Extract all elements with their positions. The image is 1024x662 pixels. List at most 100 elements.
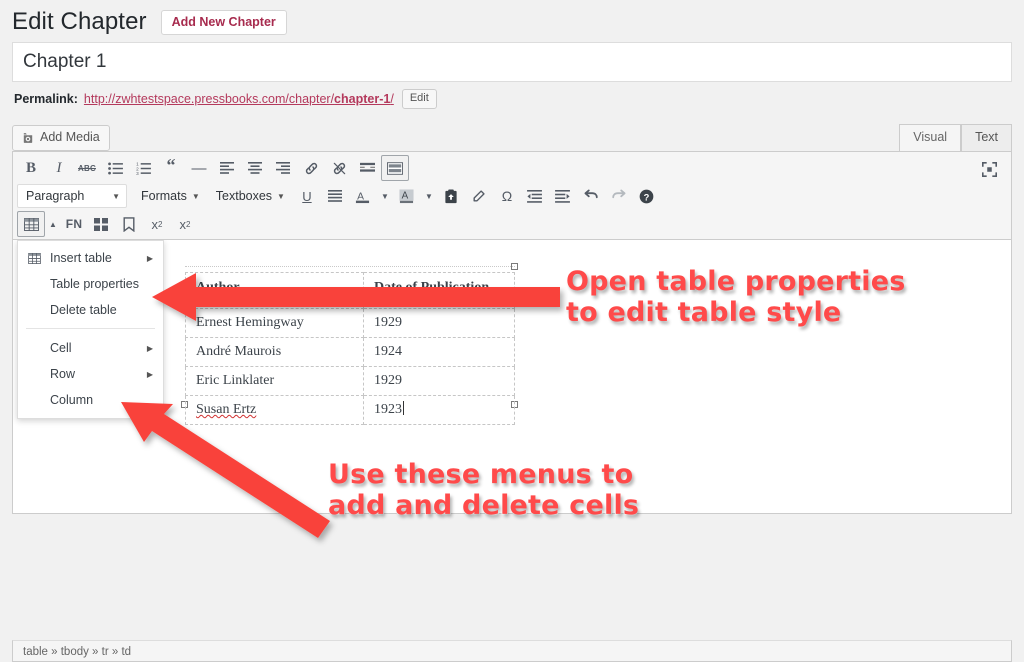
insert-link-button[interactable] xyxy=(297,155,325,181)
redo-button[interactable] xyxy=(605,183,633,209)
svg-text:3: 3 xyxy=(136,171,139,175)
menu-item-label: Table properties xyxy=(50,277,139,291)
fullscreen-button[interactable] xyxy=(975,156,1003,182)
increase-indent-button[interactable] xyxy=(549,183,577,209)
menu-item-column[interactable]: Column xyxy=(18,387,163,413)
content-table-body: Author Date of Publication Ernest Heming… xyxy=(185,272,515,425)
remove-link-button[interactable] xyxy=(325,155,353,181)
background-color-button[interactable]: A xyxy=(393,183,421,209)
title-field-wrapper xyxy=(0,38,1024,82)
table-row[interactable]: Ernest Hemingway 1929 xyxy=(185,308,515,338)
decrease-indent-button[interactable] xyxy=(521,183,549,209)
table-cell-date-value: 1923 xyxy=(374,402,402,417)
align-right-button[interactable] xyxy=(269,155,297,181)
table-cell-date[interactable]: 1924 xyxy=(363,337,515,367)
editor-mode-tabs: Visual Text xyxy=(899,124,1012,152)
table-row[interactable]: Eric Linklater 1929 xyxy=(185,366,515,396)
text-color-caret[interactable]: ▼ xyxy=(377,183,393,209)
table-cell-author-value: Susan Ertz xyxy=(196,402,257,417)
menu-item-label: Delete table xyxy=(50,303,117,317)
permalink-url[interactable]: http://zwhtestspace.pressbooks.com/chapt… xyxy=(84,92,394,106)
menu-item-insert-table[interactable]: Insert table ▶ xyxy=(18,245,163,271)
blockquote-button[interactable]: “ xyxy=(157,155,185,181)
toggle-toolbar-button[interactable] xyxy=(381,155,409,181)
italic-button[interactable]: I xyxy=(45,155,73,181)
media-icon xyxy=(23,132,33,143)
svg-text:?: ? xyxy=(644,192,650,202)
chevron-right-icon: ▶ xyxy=(146,253,153,263)
add-media-label: Add Media xyxy=(40,130,100,144)
strikethrough-button[interactable]: ABC xyxy=(73,155,101,181)
svg-text:A: A xyxy=(402,190,409,201)
textboxes-menu[interactable]: Textboxes ▼ xyxy=(208,184,293,208)
table-cell-date[interactable]: 1929 xyxy=(363,308,515,338)
blocks-icon[interactable] xyxy=(87,211,115,237)
horizontal-rule-button[interactable]: — xyxy=(185,155,213,181)
add-new-chapter-button[interactable]: Add New Chapter xyxy=(160,9,287,35)
table-cell-author[interactable]: Ernest Hemingway xyxy=(185,308,364,338)
table-cell-date[interactable]: 1923 xyxy=(363,395,515,425)
background-color-caret[interactable]: ▼ xyxy=(421,183,437,209)
menu-divider xyxy=(26,328,155,329)
read-more-button[interactable] xyxy=(353,155,381,181)
subscript-button[interactable]: x2 xyxy=(171,211,199,237)
menu-item-table-properties[interactable]: Table properties xyxy=(18,271,163,297)
paragraph-format-value: Paragraph xyxy=(26,189,85,203)
align-center-button[interactable] xyxy=(241,155,269,181)
paste-as-text-button[interactable] xyxy=(437,183,465,209)
table-row[interactable]: Susan Ertz 1923 xyxy=(185,395,515,425)
tab-text[interactable]: Text xyxy=(961,124,1012,152)
bookmark-icon[interactable] xyxy=(115,211,143,237)
table-header-author[interactable]: Author xyxy=(185,272,364,309)
menu-item-cell[interactable]: Cell ▶ xyxy=(18,335,163,361)
formats-menu-label: Formats xyxy=(141,189,187,203)
table-cell-author[interactable]: Eric Linklater xyxy=(185,366,364,396)
paragraph-format-select[interactable]: Paragraph ▼ xyxy=(17,184,127,208)
tab-visual[interactable]: Visual xyxy=(899,124,962,152)
permalink-url-prefix: http://zwhtestspace.pressbooks.com/chapt… xyxy=(83,92,335,106)
permalink-url-suffix: / xyxy=(390,92,394,106)
chevron-down-icon: ▼ xyxy=(112,191,120,201)
table-header-row[interactable]: Author Date of Publication xyxy=(185,272,515,309)
toolbar-row-3: ▲ FN x2 x2 xyxy=(17,210,1007,238)
table-menu-caret[interactable]: ▲ xyxy=(45,211,61,237)
help-icon[interactable]: ? xyxy=(633,183,661,209)
justify-button[interactable] xyxy=(321,183,349,209)
permalink-row: Permalink: http://zwhtestspace.pressbook… xyxy=(0,82,1024,109)
permalink-edit-button[interactable]: Edit xyxy=(401,89,437,109)
editor-status-bar: table » tbody » tr » td xyxy=(12,640,1012,662)
menu-item-label: Insert table xyxy=(50,251,112,265)
menu-item-label: Cell xyxy=(50,341,72,355)
formats-menu[interactable]: Formats ▼ xyxy=(133,184,208,208)
align-left-button[interactable] xyxy=(213,155,241,181)
permalink-label: Permalink: xyxy=(14,92,78,106)
special-character-button[interactable]: Ω xyxy=(493,183,521,209)
editor-content-area[interactable]: Author Date of Publication Ernest Heming… xyxy=(12,239,1012,514)
footnote-button[interactable]: FN xyxy=(61,211,87,237)
permalink-slug: chapter-1 xyxy=(334,92,391,106)
content-table[interactable]: Author Date of Publication Ernest Heming… xyxy=(185,272,515,425)
table-cell-date[interactable]: 1929 xyxy=(363,366,515,396)
superscript-button[interactable]: x2 xyxy=(143,211,171,237)
bold-button[interactable]: B xyxy=(17,155,45,181)
table-header-date[interactable]: Date of Publication xyxy=(363,272,515,309)
page-header: Edit Chapter Add New Chapter xyxy=(0,0,1024,38)
menu-item-delete-table[interactable]: Delete table xyxy=(18,297,163,323)
clear-formatting-button[interactable] xyxy=(465,183,493,209)
chapter-title-input[interactable] xyxy=(12,42,1012,82)
table-row[interactable]: André Maurois 1924 xyxy=(185,337,515,367)
table-cell-author[interactable]: André Maurois xyxy=(185,337,364,367)
table-button[interactable] xyxy=(17,211,45,237)
text-cursor xyxy=(403,401,404,415)
add-media-button[interactable]: Add Media xyxy=(12,125,110,151)
chevron-down-icon: ▼ xyxy=(277,191,285,201)
undo-button[interactable] xyxy=(577,183,605,209)
chevron-right-icon: ▶ xyxy=(146,343,153,353)
table-top-guide xyxy=(185,266,515,267)
table-cell-author[interactable]: Susan Ertz xyxy=(185,395,364,425)
numbered-list-button[interactable]: 1 2 3 xyxy=(129,155,157,181)
menu-item-row[interactable]: Row ▶ xyxy=(18,361,163,387)
underline-button[interactable]: U xyxy=(293,183,321,209)
bulleted-list-button[interactable] xyxy=(101,155,129,181)
text-color-button[interactable]: A xyxy=(349,183,377,209)
